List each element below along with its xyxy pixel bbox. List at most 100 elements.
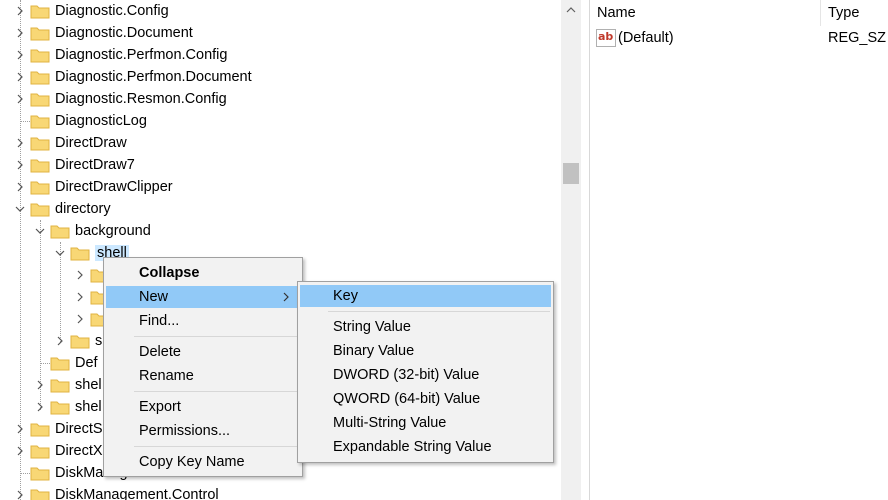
menu-item-label: DWORD (32-bit) Value [333,367,480,383]
chevron-right-icon[interactable] [14,137,26,149]
tree-item-diagnostic-resmon-config[interactable]: Diagnostic.Resmon.Config [14,88,227,110]
tree-item-diagnostic-perfmon-config[interactable]: Diagnostic.Perfmon.Config [14,44,227,66]
column-header-type[interactable]: Type [828,0,859,26]
folder-icon [30,443,50,459]
tree-item-diskmanagement-control[interactable]: DiskManagement.Control [14,484,219,500]
menu-separator [328,311,550,312]
chevron-down-icon[interactable] [54,247,66,259]
menu-item-label: Multi-String Value [333,415,447,431]
tree-item-label: Diagnostic.Resmon.Config [55,91,227,107]
folder-icon [30,179,50,195]
tree-guide-line [40,363,50,364]
chevron-right-icon[interactable] [14,5,26,17]
menu-item-label: New [139,289,169,305]
menu-item-label: Key [333,288,358,304]
tree-item-label: shel [75,399,102,415]
folder-icon [30,25,50,41]
folder-icon [70,333,90,349]
menu-item-export[interactable]: Export [106,396,300,418]
tree-item-label: DiagnosticLog [55,113,147,129]
tree-item-directory[interactable]: directory [14,198,111,220]
chevron-right-icon[interactable] [34,379,46,391]
tree-item-label: background [75,223,151,239]
new-submenu: Key String Value Binary Value DWORD (32-… [297,281,554,463]
tree-item-label: Diagnostic.Document [55,25,193,41]
tree-item-label: DirectS [55,421,103,437]
folder-icon [30,91,50,107]
menu-item-collapse[interactable]: Collapse [106,262,300,284]
tree-item-diagnosticlog[interactable]: DiagnosticLog [30,110,147,132]
submenu-item-qword-value[interactable]: QWORD (64-bit) Value [300,388,551,410]
chevron-right-icon[interactable] [54,335,66,347]
submenu-item-key[interactable]: Key [300,285,551,307]
tree-item-label: s [95,333,103,349]
chevron-right-icon[interactable] [14,489,26,500]
submenu-item-dword-value[interactable]: DWORD (32-bit) Value [300,364,551,386]
tree-item-directdraw[interactable]: DirectDraw [14,132,127,154]
tree-item-diagnostic-perfmon-document[interactable]: Diagnostic.Perfmon.Document [14,66,252,88]
chevron-right-icon[interactable] [34,401,46,413]
chevron-right-icon[interactable] [14,71,26,83]
context-menu: Collapse New Find... Delete Rename Expor… [103,257,303,477]
chevron-right-icon[interactable] [14,423,26,435]
folder-icon [30,47,50,63]
value-row-default[interactable]: ab (Default) [596,27,674,49]
submenu-item-string-value[interactable]: String Value [300,316,551,338]
menu-item-new[interactable]: New [106,286,300,308]
tree-item-directdraw7[interactable]: DirectDraw7 [14,154,135,176]
folder-icon [30,421,50,437]
menu-item-label: Collapse [139,265,200,281]
menu-item-label: Expandable String Value [333,439,492,455]
tree-item-shell-a[interactable]: shel [34,374,102,396]
tree-guide-line [20,121,30,122]
chevron-right-icon[interactable] [14,159,26,171]
chevron-right-icon[interactable] [74,269,86,281]
submenu-item-multi-string-value[interactable]: Multi-String Value [300,412,551,434]
folder-icon [30,157,50,173]
tree-item-directs[interactable]: DirectS [14,418,103,440]
scroll-up-icon[interactable] [561,0,581,20]
chevron-down-icon[interactable] [14,203,26,215]
menu-item-delete[interactable]: Delete [106,341,300,363]
scrollbar-thumb[interactable] [563,163,579,184]
values-pane: Name Type ab (Default) REG_SZ [590,0,888,500]
chevron-right-icon[interactable] [74,291,86,303]
folder-icon [50,399,70,415]
chevron-right-icon[interactable] [14,93,26,105]
chevron-right-icon[interactable] [14,445,26,457]
chevron-right-icon[interactable] [14,181,26,193]
chevron-right-icon[interactable] [14,49,26,61]
menu-item-label: Find... [139,313,180,329]
tree-item-s[interactable]: s [54,330,102,352]
column-divider[interactable] [820,0,821,26]
tree-item-label: DirectX [55,443,103,459]
tree-item-shell-b[interactable]: shel [34,396,102,418]
tree-scrollbar[interactable] [561,0,581,500]
submenu-item-expandable-string-value[interactable]: Expandable String Value [300,436,551,458]
column-header-name[interactable]: Name [597,0,636,26]
tree-item-directx[interactable]: DirectX [14,440,103,462]
submenu-item-binary-value[interactable]: Binary Value [300,340,551,362]
tree-item-background[interactable]: background [34,220,151,242]
tree-item-label: Def [75,355,98,371]
submenu-arrow-icon [283,292,289,302]
menu-separator [134,446,299,447]
menu-item-label: String Value [333,319,411,335]
tree-item-directdrawclipper[interactable]: DirectDrawClipper [14,176,173,198]
menu-item-label: Permissions... [139,423,231,439]
menu-item-label: Export [139,399,181,415]
menu-item-permissions[interactable]: Permissions... [106,420,300,442]
menu-separator [134,336,299,337]
menu-item-rename[interactable]: Rename [106,365,300,387]
tree-item-label: DiskManagement.Control [55,487,219,500]
folder-icon [30,135,50,151]
chevron-right-icon[interactable] [14,27,26,39]
menu-item-label: Copy Key Name [139,454,245,470]
chevron-down-icon[interactable] [34,225,46,237]
menu-item-copy-key-name[interactable]: Copy Key Name [106,451,300,473]
tree-item-defaulticon[interactable]: Def [50,352,98,374]
chevron-right-icon[interactable] [74,313,86,325]
menu-item-find[interactable]: Find... [106,310,300,332]
tree-item-diagnostic-document[interactable]: Diagnostic.Document [14,22,193,44]
tree-item-diagnostic-config[interactable]: Diagnostic.Config [14,0,169,22]
